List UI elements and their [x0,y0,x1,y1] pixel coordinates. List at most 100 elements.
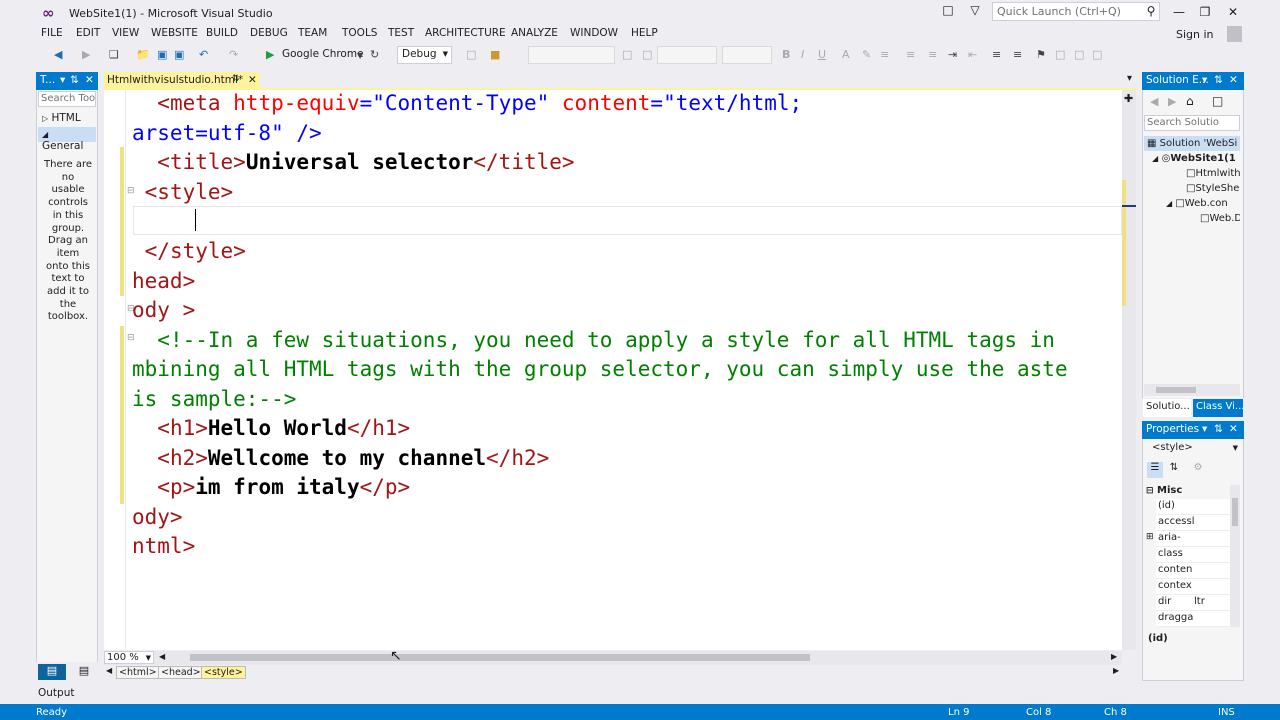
open-folder-icon[interactable]: 📁 [136,48,150,61]
properties-title-bar[interactable]: Properties ▾ ⇅ ✕ [1142,421,1244,439]
toolbox-group-general[interactable]: ◢ General [38,127,96,152]
save-all-icon[interactable]: ▣ [174,48,184,61]
forward-icon[interactable]: ▶ [1168,95,1176,108]
property-row[interactable]: dragga [1156,611,1230,627]
tree-item-webdebug[interactable]: □Web.D [1200,213,1240,224]
tree-item-html-file[interactable]: □Htmlwith [1186,168,1240,179]
tree-item-website[interactable]: ◢ ◎WebSite1(1 [1152,153,1240,164]
pin-icon[interactable]: ⇅ [1214,74,1223,86]
minimize-button[interactable]: — [1166,3,1192,21]
restore-button[interactable]: ❐ [1192,3,1218,21]
dropdown-icon[interactable]: ▾ [60,74,65,86]
close-tab-icon[interactable]: ✕ [248,74,257,86]
close-icon[interactable]: ✕ [85,74,94,86]
breadcrumb-head[interactable]: <head> [158,666,204,679]
feedback-icon[interactable]: □ [940,3,956,17]
italic-icon[interactable]: I [801,48,804,61]
pin-icon[interactable]: ⇅ [1214,423,1223,435]
indent-icon[interactable]: ⇥ [948,48,957,61]
tree-item-solution[interactable]: ▦ Solution 'WebSi [1147,138,1240,149]
tree-item-webconfig[interactable]: ◢ □Web.con [1166,198,1240,209]
prev-bookmark-icon[interactable]: □ [1055,48,1065,61]
nav-right-icon[interactable]: ▶ [1113,666,1119,675]
solution-explorer-title-bar[interactable]: Solution E... ▾ ⇅ ✕ [1142,72,1244,90]
search-icon[interactable]: ⚲ [1144,4,1158,18]
back-icon[interactable]: ◀ [54,48,62,61]
tree-item-stylesheet[interactable]: □StyleShee [1186,183,1240,194]
menu-window[interactable]: WINDOW [570,27,618,39]
menu-edit[interactable]: EDIT [76,27,100,39]
new-project-icon[interactable]: ❏ [109,48,119,61]
menu-tools[interactable]: TOOLS [342,27,377,39]
font-size-select[interactable] [722,46,772,64]
property-row[interactable]: aria- [1156,531,1230,547]
back-icon[interactable]: ◀ [1150,95,1158,108]
alphabetical-icon[interactable]: ⇅ [1166,462,1182,478]
split-icon[interactable]: ✚ [1124,92,1133,105]
close-icon[interactable]: ✕ [1229,423,1238,435]
style-icon[interactable]: □ [622,48,632,61]
menu-debug[interactable]: DEBUG [250,27,288,39]
start-debugging-icon[interactable]: ▶ [266,48,274,61]
underline-icon[interactable]: U [818,48,826,61]
property-row[interactable]: accessl [1156,515,1230,531]
scroll-right-icon[interactable]: ▶ [1111,652,1117,661]
solution-search-input[interactable]: Search Solutio [1144,115,1240,131]
tab-solution-explorer[interactable]: Solutio... [1143,399,1191,417]
horizontal-scroll-thumb[interactable] [190,654,810,661]
redo-icon[interactable]: ↷ [229,48,238,61]
bullets-icon[interactable]: ≡ [906,48,915,61]
menu-view[interactable]: VIEW [112,27,139,39]
toolbox-title-bar[interactable]: T... ▾ ⇅ ✕ [36,72,98,90]
toolbox-group-html[interactable]: ▷ HTML [42,112,81,124]
forward-icon[interactable]: ▶ [82,48,90,61]
close-button[interactable]: ✕ [1220,3,1246,21]
property-pages-icon[interactable]: ⚙ [1190,462,1206,478]
property-row[interactable]: dir ltr [1156,595,1230,611]
refresh-icon[interactable]: ↻ [370,48,379,61]
menu-website[interactable]: WEBSITE [151,27,198,39]
vertical-scrollbar[interactable] [1122,90,1136,650]
outdent-icon[interactable]: ⇤ [968,48,977,61]
properties-scroll-thumb[interactable] [1232,498,1238,526]
categorized-icon[interactable]: ☰ [1147,462,1163,478]
pin-icon[interactable]: ⇅ [70,74,79,86]
server-explorer-tab-icon[interactable]: ▤ [74,664,94,680]
breadcrumb-html[interactable]: <html> [116,666,160,679]
block-format-select[interactable] [657,46,717,64]
bold-icon[interactable]: B [782,48,790,61]
property-row[interactable]: (id) [1156,499,1230,515]
save-icon[interactable]: ▣ [157,48,167,61]
dropdown-icon[interactable]: ▾ [1202,423,1207,435]
menu-team[interactable]: TEAM [298,27,327,39]
tab-class-view[interactable]: Class Vi... [1193,399,1243,417]
chevron-down-icon[interactable]: ▼ [357,51,363,60]
background-color-icon[interactable]: ✎ [862,48,871,61]
sign-in-link[interactable]: Sign in [1176,28,1214,41]
dropdown-icon[interactable]: ▾ [1127,73,1132,84]
pin-icon[interactable]: ⇅ [232,74,240,84]
menu-architecture[interactable]: ARCHITECTURE [425,27,506,39]
solution-hscroll-thumb[interactable] [1156,387,1196,393]
menu-test[interactable]: TEST [388,27,414,39]
numbering-icon[interactable]: ≡ [928,48,937,61]
menu-build[interactable]: BUILD [206,27,238,39]
zoom-select[interactable]: 100 % ▼ [104,651,154,664]
menu-help[interactable]: HELP [631,27,658,39]
style-icon-2[interactable]: □ [642,48,652,61]
menu-file[interactable]: FILE [41,27,63,39]
account-icon[interactable] [1227,26,1242,42]
font-name-select[interactable] [528,46,615,64]
bookmark-icon[interactable]: ⚑ [1036,48,1046,61]
expand-icon[interactable]: ⊞ [1146,532,1154,542]
home-icon[interactable]: ⌂ [1186,94,1194,108]
close-icon[interactable]: ✕ [1229,74,1238,86]
next-bookmark-icon[interactable]: □ [1074,48,1084,61]
sync-icon[interactable]: □ [1212,94,1223,108]
format-selection-icon[interactable]: ≡ [992,48,1001,61]
toolbox-tab-icon[interactable]: ▤ [38,664,66,680]
properties-object-select[interactable]: <style> ▼ [1144,441,1240,457]
property-row[interactable]: contex [1156,579,1230,595]
scroll-left-icon[interactable]: ◀ [159,652,165,661]
solution-config-select[interactable]: Debug ▼ [397,46,452,64]
